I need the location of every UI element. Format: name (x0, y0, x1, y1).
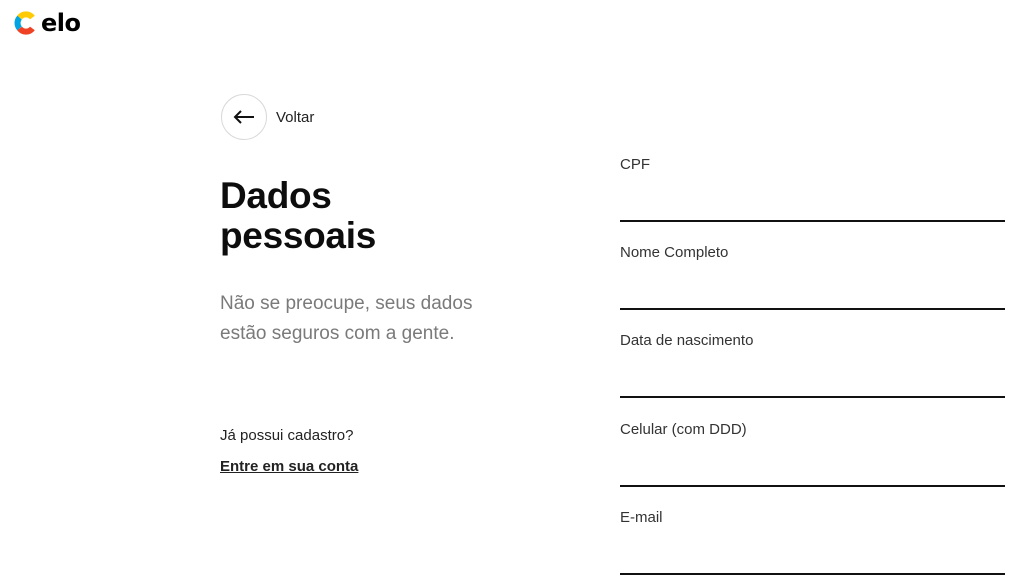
login-link[interactable]: Entre em sua conta (220, 458, 358, 475)
birth-date-input[interactable] (620, 368, 1005, 398)
phone-field-group: Celular (com DDD) (620, 421, 1005, 487)
cpf-field-group: CPF (620, 156, 1005, 222)
birth-date-label: Data de nascimento (620, 332, 754, 349)
full-name-input[interactable] (620, 280, 1005, 310)
has-account-text: Já possui cadastro? (220, 427, 354, 444)
elo-logo-icon (14, 11, 35, 35)
arrow-left-icon (233, 110, 254, 124)
email-field-group: E-mail (620, 509, 1005, 575)
elo-logo[interactable]: elo (10, 8, 81, 38)
page-title-line1: Dados (220, 175, 332, 216)
phone-label: Celular (com DDD) (620, 421, 747, 438)
page-title: Dados pessoais (220, 176, 520, 256)
full-name-label: Nome Completo (620, 244, 729, 261)
cpf-input[interactable] (620, 192, 1005, 222)
logo-text: elo (41, 9, 81, 37)
email-input[interactable] (620, 545, 1005, 575)
email-label: E-mail (620, 509, 663, 526)
back-button[interactable]: Voltar (221, 94, 314, 140)
page-subtitle: Não se preocupe, seus dados estão seguro… (220, 293, 473, 344)
back-circle[interactable] (221, 94, 267, 140)
phone-input[interactable] (620, 457, 1005, 487)
signup-page: elo Voltar Dados pessoais Não se preocup… (0, 0, 1024, 588)
page-title-line2: pessoais (220, 215, 376, 256)
back-label[interactable]: Voltar (276, 109, 314, 126)
full-name-field-group: Nome Completo (620, 244, 1005, 310)
cpf-label: CPF (620, 156, 650, 173)
birth-date-field-group: Data de nascimento (620, 332, 1005, 398)
